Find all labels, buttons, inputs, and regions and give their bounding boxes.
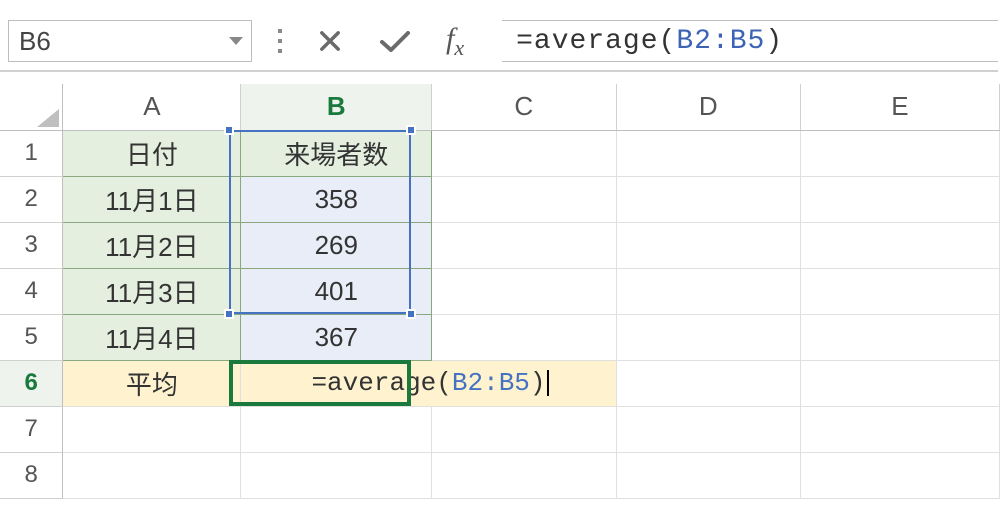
cell-D3[interactable] (616, 222, 800, 268)
cell-E7[interactable] (800, 406, 999, 452)
col-header-D[interactable]: D (616, 84, 800, 130)
cell-D4[interactable] (616, 268, 800, 314)
row-7: 7 (0, 406, 1000, 452)
cell-D2[interactable] (616, 176, 800, 222)
cell-B6-ref: B2:B5 (452, 368, 530, 398)
cell-C7[interactable] (432, 406, 616, 452)
cell-B4[interactable]: 401 (241, 268, 432, 314)
cell-A1[interactable]: 日付 (63, 130, 241, 176)
enter-button[interactable] (378, 27, 412, 55)
cell-B5[interactable]: 367 (241, 314, 432, 360)
row-header-2[interactable]: 2 (0, 176, 63, 222)
name-box-value: B6 (19, 26, 51, 57)
row-5: 5 11月4日 367 (0, 314, 1000, 360)
col-header-B[interactable]: B (241, 84, 432, 130)
row-8: 8 (0, 452, 1000, 498)
row-6: 6 平均 =average(B2:B5) (0, 360, 1000, 406)
row-header-8[interactable]: 8 (0, 452, 63, 498)
range-handle-br[interactable] (406, 309, 416, 319)
cell-C1[interactable] (432, 130, 616, 176)
cell-C3[interactable] (432, 222, 616, 268)
cell-E8[interactable] (800, 452, 999, 498)
row-header-1[interactable]: 1 (0, 130, 63, 176)
cell-A3[interactable]: 11月2日 (63, 222, 241, 268)
cell-E3[interactable] (800, 222, 999, 268)
cell-A4[interactable]: 11月3日 (63, 268, 241, 314)
cell-D5[interactable] (616, 314, 800, 360)
cell-E1[interactable] (800, 130, 999, 176)
range-handle-tr[interactable] (406, 125, 416, 135)
name-box[interactable]: B6 (8, 20, 252, 62)
cell-B6[interactable]: =average(B2:B5) (241, 360, 616, 406)
col-header-C[interactable]: C (432, 84, 616, 130)
row-2: 2 11月1日 358 (0, 176, 1000, 222)
cell-D1[interactable] (616, 130, 800, 176)
row-header-4[interactable]: 4 (0, 268, 63, 314)
formula-text-suffix: ) (765, 26, 783, 57)
cancel-button[interactable] (316, 27, 344, 55)
cell-B2[interactable]: 358 (241, 176, 432, 222)
cell-B8[interactable] (241, 452, 432, 498)
cell-A8[interactable] (63, 452, 241, 498)
cell-B7[interactable] (241, 406, 432, 452)
row-header-6[interactable]: 6 (0, 360, 63, 406)
formula-bar-buttons: fx (308, 22, 472, 61)
cell-B3[interactable]: 269 (241, 222, 432, 268)
row-1: 1 日付 来場者数 (0, 130, 1000, 176)
formula-range-ref: B2:B5 (676, 26, 765, 57)
range-handle-tl[interactable] (224, 125, 234, 135)
cell-A2[interactable]: 11月1日 (63, 176, 241, 222)
cell-E5[interactable] (800, 314, 999, 360)
cell-C8[interactable] (432, 452, 616, 498)
cell-D6[interactable] (616, 360, 800, 406)
cell-B1[interactable]: 来場者数 (241, 130, 432, 176)
cell-A7[interactable] (63, 406, 241, 452)
col-header-E[interactable]: E (800, 84, 999, 130)
cell-C4[interactable] (432, 268, 616, 314)
row-header-7[interactable]: 7 (0, 406, 63, 452)
cell-E2[interactable] (800, 176, 999, 222)
dots-icon (278, 29, 282, 53)
row-header-3[interactable]: 3 (0, 222, 63, 268)
cell-C2[interactable] (432, 176, 616, 222)
cell-E4[interactable] (800, 268, 999, 314)
col-header-A[interactable]: A (63, 84, 241, 130)
cell-D7[interactable] (616, 406, 800, 452)
cell-B6-prefix: =average( (311, 368, 451, 398)
formula-input[interactable]: =average(B2:B5) (502, 20, 998, 62)
cell-C5[interactable] (432, 314, 616, 360)
name-box-dropdown-icon[interactable] (229, 37, 243, 45)
cell-A6[interactable]: 平均 (63, 360, 241, 406)
spreadsheet-grid: A B C D E 1 日付 来場者数 2 11月1日 358 (0, 84, 1000, 499)
select-all-corner[interactable] (0, 84, 63, 130)
column-header-row: A B C D E (0, 84, 1000, 130)
cell-A5[interactable]: 11月4日 (63, 314, 241, 360)
cell-B6-suffix: ) (530, 368, 546, 398)
grid-table: A B C D E 1 日付 来場者数 2 11月1日 358 (0, 84, 1000, 499)
row-header-5[interactable]: 5 (0, 314, 63, 360)
cell-E6[interactable] (800, 360, 999, 406)
formula-bar: B6 fx =average(B2:B5) (0, 12, 998, 72)
fx-icon[interactable]: fx (446, 22, 464, 61)
formula-bar-separator (252, 29, 308, 53)
row-3: 3 11月2日 269 (0, 222, 1000, 268)
formula-text-prefix: =average( (516, 26, 676, 57)
range-handle-bl[interactable] (224, 309, 234, 319)
text-caret (547, 370, 549, 396)
cell-D8[interactable] (616, 452, 800, 498)
row-4: 4 11月3日 401 (0, 268, 1000, 314)
